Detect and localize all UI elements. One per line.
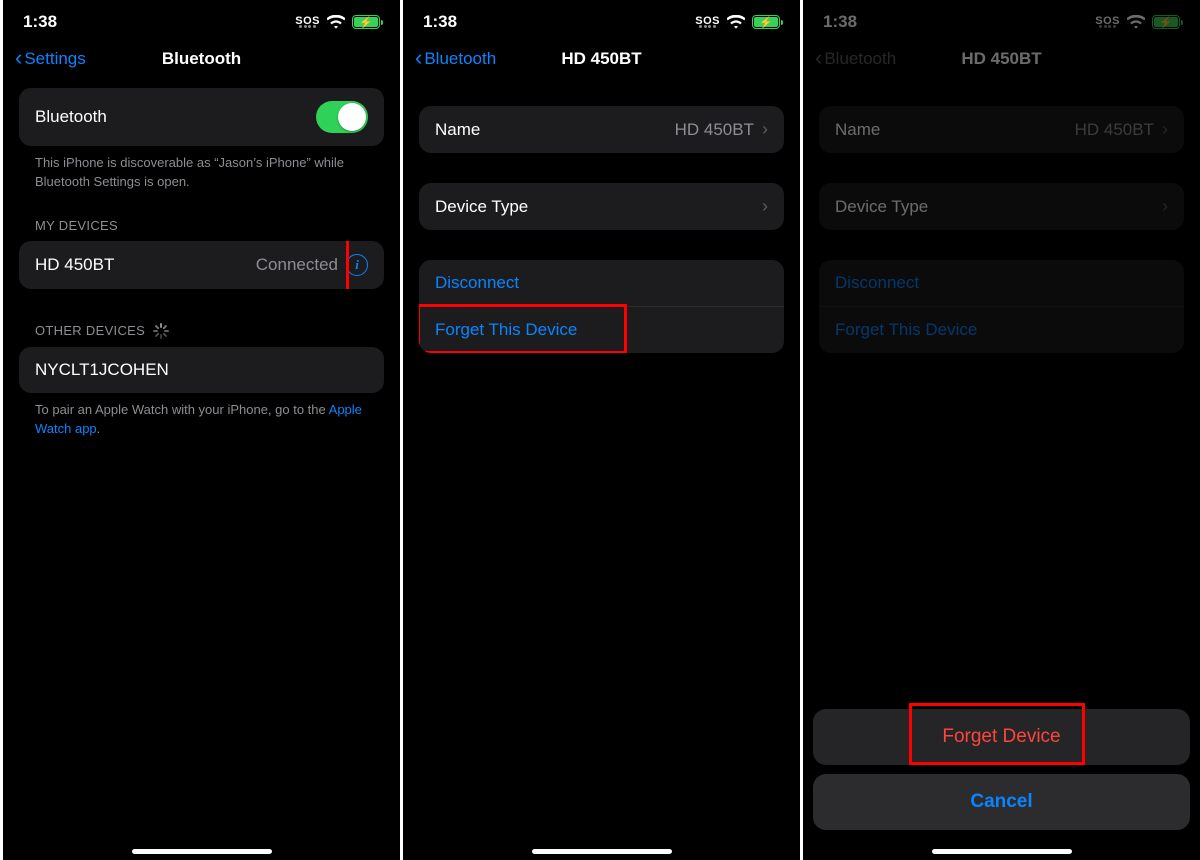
device-type-row[interactable]: Device Type ›: [419, 183, 784, 230]
back-button[interactable]: ‹ Bluetooth: [415, 49, 496, 69]
name-value: HD 450BT: [1075, 120, 1154, 140]
sos-indicator: SOS: [1095, 17, 1120, 28]
sos-indicator: SOS: [295, 17, 320, 28]
chevron-right-icon: ›: [1162, 196, 1168, 217]
status-bar: 1:38 SOS ⚡: [403, 0, 800, 40]
sheet-cancel-button[interactable]: Cancel: [813, 774, 1190, 830]
chevron-left-icon: ‹: [415, 47, 422, 69]
clock: 1:38: [23, 12, 57, 32]
nav-bar: ‹ Bluetooth HD 450BT: [403, 40, 800, 88]
name-label: Name: [435, 120, 480, 140]
status-bar: 1:38 SOS ⚡: [803, 0, 1200, 40]
clock: 1:38: [823, 12, 857, 32]
device-name: HD 450BT: [35, 255, 114, 275]
screen-device-detail: 1:38 SOS ⚡ ‹ Bluetooth HD 450BT Name HD …: [400, 0, 800, 860]
forget-device-button[interactable]: Forget This Device: [419, 306, 784, 353]
status-bar: 1:38 SOS ⚡: [3, 0, 400, 40]
info-icon[interactable]: i: [346, 254, 368, 276]
wifi-icon: [727, 15, 745, 29]
battery-icon: ⚡: [752, 15, 780, 29]
nav-bar: ‹ Settings Bluetooth: [3, 40, 400, 88]
name-label: Name: [835, 120, 880, 140]
forget-device-button: Forget This Device: [819, 306, 1184, 353]
wifi-icon: [327, 15, 345, 29]
battery-icon: ⚡: [1152, 15, 1180, 29]
device-type-label: Device Type: [435, 197, 528, 217]
back-label: Bluetooth: [424, 49, 496, 69]
clock: 1:38: [423, 12, 457, 32]
screen-bluetooth-list: 1:38 SOS ⚡ ‹ Settings Bluetooth Bluetoot…: [0, 0, 400, 860]
action-sheet: Forget Device Cancel: [803, 700, 1200, 860]
disconnect-button: Disconnect: [819, 260, 1184, 306]
chevron-right-icon: ›: [762, 119, 768, 140]
home-indicator[interactable]: [932, 849, 1072, 854]
bluetooth-toggle-label: Bluetooth: [35, 107, 107, 127]
back-label: Bluetooth: [824, 49, 896, 69]
wifi-icon: [1127, 15, 1145, 29]
back-label: Settings: [24, 49, 85, 69]
bluetooth-toggle-row[interactable]: Bluetooth: [19, 88, 384, 146]
home-indicator[interactable]: [532, 849, 672, 854]
discoverable-text: This iPhone is discoverable as “Jason’s …: [3, 146, 400, 192]
back-button: ‹ Bluetooth: [815, 49, 896, 69]
battery-icon: ⚡: [352, 15, 380, 29]
device-row[interactable]: HD 450BT Connected i: [19, 241, 384, 289]
other-device-row[interactable]: NYCLT1JCOHEN: [19, 347, 384, 393]
disconnect-button[interactable]: Disconnect: [419, 260, 784, 306]
device-status: Connected: [256, 255, 338, 275]
home-indicator[interactable]: [132, 849, 272, 854]
other-devices-header: OTHER DEVICES: [3, 323, 400, 347]
chevron-left-icon: ‹: [15, 47, 22, 69]
pair-watch-text: To pair an Apple Watch with your iPhone,…: [3, 393, 400, 439]
device-type-label: Device Type: [835, 197, 928, 217]
name-value: HD 450BT: [675, 120, 754, 140]
name-row: Name HD 450BT ›: [819, 106, 1184, 153]
chevron-right-icon: ›: [762, 196, 768, 217]
spinner-icon: [153, 323, 169, 339]
back-button[interactable]: ‹ Settings: [15, 49, 86, 69]
my-devices-header: MY DEVICES: [3, 218, 400, 241]
nav-bar: ‹ Bluetooth HD 450BT: [803, 40, 1200, 88]
sos-indicator: SOS: [695, 17, 720, 28]
chevron-left-icon: ‹: [815, 47, 822, 69]
screen-forget-confirm: 1:38 SOS ⚡ ‹ Bluetooth HD 450BT Name HD …: [800, 0, 1200, 860]
name-row[interactable]: Name HD 450BT ›: [419, 106, 784, 153]
sheet-forget-button[interactable]: Forget Device: [813, 709, 1190, 765]
bluetooth-toggle[interactable]: [316, 101, 368, 133]
other-device-name: NYCLT1JCOHEN: [35, 360, 169, 380]
chevron-right-icon: ›: [1162, 119, 1168, 140]
device-type-row: Device Type ›: [819, 183, 1184, 230]
